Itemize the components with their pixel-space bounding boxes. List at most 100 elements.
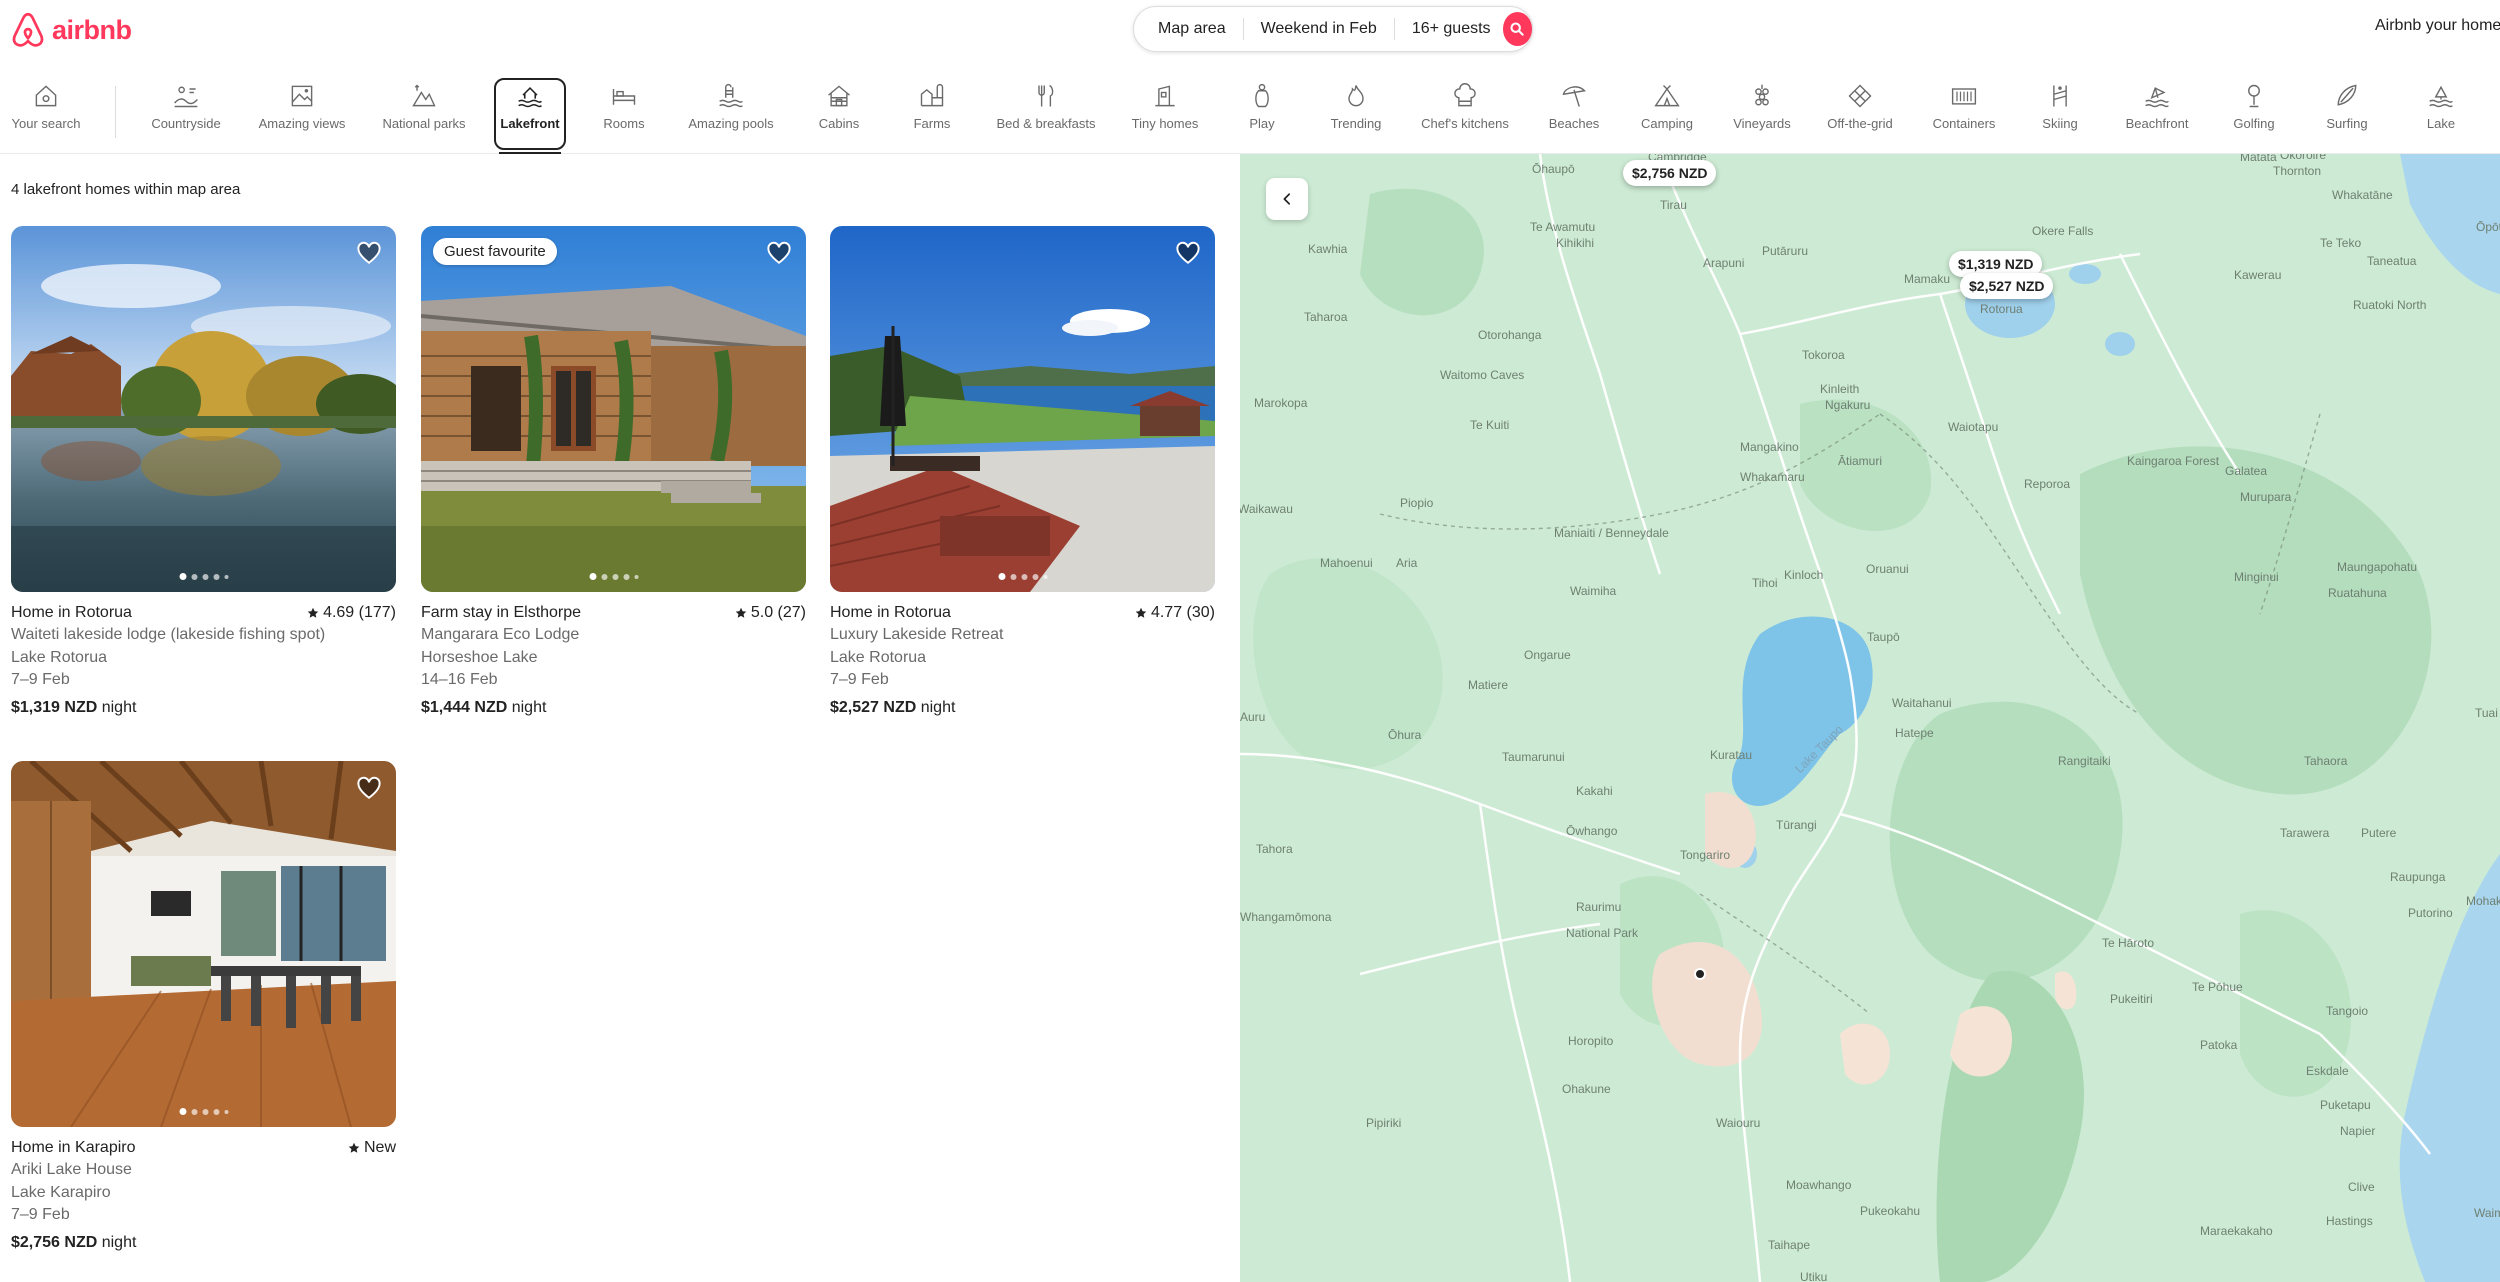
search-button[interactable]	[1502, 12, 1532, 46]
map-place-label: Mohaka	[2466, 894, 2500, 908]
listing-photo-eco-lodge	[421, 226, 806, 592]
map-place-label: Whakamaru	[1740, 470, 1805, 484]
listing-photo[interactable]	[11, 761, 396, 1127]
map-place-label: Thornton	[2273, 164, 2322, 178]
photo-carousel-dots	[179, 1108, 228, 1115]
map-place-label: Kaingaroa Forest	[2127, 454, 2220, 468]
category-your-search[interactable]: Your search	[0, 82, 106, 131]
collapse-map-button[interactable]	[1266, 178, 1308, 220]
heart-icon[interactable]	[356, 240, 382, 266]
category-label: Beaches	[1548, 116, 1600, 131]
listing-price: $2,756 NZD night	[11, 1232, 396, 1254]
photo-carousel-dots	[589, 573, 638, 580]
map-place-label: Putāruru	[1762, 244, 1809, 258]
category-label: Surfing	[2326, 116, 2368, 131]
map-place-label: Ohakune	[1562, 1082, 1611, 1096]
category-farms[interactable]: Farms	[872, 82, 992, 131]
category-amazing-pools[interactable]: Amazing pools	[671, 82, 791, 131]
map-place-label: Whakatāne	[2332, 188, 2393, 202]
map-place-label: Hastings	[2326, 1214, 2373, 1228]
category-amazing-views[interactable]: Amazing views	[242, 82, 362, 131]
map-place-label: Rotorua	[1980, 302, 2023, 316]
map-place-label: Otorohanga	[1478, 328, 1542, 342]
airbnb-your-home-link[interactable]: Airbnb your home	[2375, 17, 2500, 35]
category-label: Amazing views	[258, 116, 346, 131]
category-label: Chef's kitchens	[1421, 116, 1509, 131]
listing-card[interactable]: Guest favourite Farm stay in Elsthorpe 5…	[421, 226, 806, 719]
category-trending[interactable]: Trending	[1296, 82, 1416, 131]
map-place-label: Tarawera	[2280, 826, 2330, 840]
category-countryside[interactable]: Countryside	[126, 82, 246, 131]
map-place-label: Ōpōtiki	[2476, 220, 2500, 234]
category-label: Play	[1249, 116, 1275, 131]
trending-icon	[1348, 85, 1364, 107]
tiny-home-icon	[1155, 85, 1175, 107]
map-place-label: Tihoi	[1752, 576, 1778, 590]
map-place-label: Waitahanui	[1892, 696, 1952, 710]
search-icon	[1510, 22, 1525, 36]
listing-rating: 4.77 (30)	[1135, 602, 1215, 624]
surfing-icon	[2337, 84, 2357, 106]
search-bar[interactable]: Map area Weekend in Feb 16+ guests	[1133, 6, 1533, 52]
listing-card[interactable]: Home in Karapiro New Ariki Lake House La…	[11, 761, 396, 1254]
listing-photo-lake-house-interior	[11, 761, 396, 1127]
listing-card[interactable]: Home in Rotorua 4.77 (30) Luxury Lakesid…	[830, 226, 1215, 719]
heart-icon[interactable]	[1175, 240, 1201, 266]
category-lake[interactable]: Lake	[2381, 82, 2500, 131]
listing-price-amount: $1,444 NZD	[421, 699, 508, 717]
category-label: Tiny homes	[1131, 116, 1199, 131]
map-place-label: Murupara	[2240, 490, 2292, 504]
map-location-pin[interactable]	[1694, 968, 1706, 980]
category-off-the-grid[interactable]: Off-the-grid	[1800, 82, 1920, 131]
listing-price: $1,319 NZD night	[11, 697, 396, 719]
container-icon	[1951, 88, 1977, 105]
search-who[interactable]: 16+ guests	[1395, 18, 1501, 40]
map-place-label: Kuratau	[1710, 748, 1753, 762]
map-view[interactable]: Ōhaupō Cambridge Tirau Okoroire Te Awamu…	[1240, 154, 2500, 1282]
map-place-label: Moawhango	[1786, 1178, 1852, 1192]
map-place-label: Tahaora	[2304, 754, 2348, 768]
listing-rating: 5.0 (27)	[735, 602, 806, 624]
photo-carousel-dots	[179, 573, 228, 580]
rooms-icon	[612, 89, 636, 105]
category-label: Containers	[1932, 116, 1996, 131]
beach-umbrella-icon	[1562, 86, 1586, 107]
map-place-label: Arapuni	[1703, 256, 1745, 270]
search-when[interactable]: Weekend in Feb	[1244, 18, 1395, 40]
heart-icon[interactable]	[356, 775, 382, 801]
play-icon	[1255, 83, 1269, 108]
listing-dates: 7–9 Feb	[11, 1205, 70, 1223]
listing-location: Lake Rotorua	[830, 648, 927, 666]
search-where[interactable]: Map area	[1158, 18, 1244, 40]
listing-photo[interactable]	[11, 226, 396, 592]
map-place-label: Piopio	[1400, 496, 1434, 510]
map-place-label: Horopito	[1568, 1034, 1614, 1048]
listing-card[interactable]: Home in Rotorua 4.69 (177) Waiteti lakes…	[11, 226, 396, 719]
category-chefs-kitchens[interactable]: Chef's kitchens	[1405, 82, 1525, 131]
category-label: Farms	[913, 116, 951, 131]
map-place-label: Kawhia	[1308, 242, 1348, 256]
map-place-label: Waimiha	[1570, 584, 1617, 598]
listing-photo[interactable]: Guest favourite	[421, 226, 806, 592]
map-place-label: Ōhura	[1388, 728, 1422, 742]
heart-icon[interactable]	[766, 240, 792, 266]
category-rooms[interactable]: Rooms	[564, 82, 684, 131]
category-label: Trending	[1330, 116, 1382, 131]
map-price-pin[interactable]: $2,527 NZD	[1960, 273, 2054, 299]
category-label: Lake	[2426, 116, 2456, 131]
cabin-icon	[828, 85, 850, 107]
category-bed-breakfasts[interactable]: Bed & breakfasts	[986, 82, 1106, 131]
category-national-parks[interactable]: National parks	[364, 82, 484, 131]
map-price-pin[interactable]: $2,756 NZD	[1623, 160, 1717, 186]
listing-photo[interactable]	[830, 226, 1215, 592]
map-place-label: Waiotapu	[1948, 420, 1999, 434]
pool-icon	[719, 83, 743, 108]
airbnb-logo[interactable]: airbnb	[10, 12, 132, 48]
map-place-label: Tūrangi	[1776, 818, 1817, 832]
listing-price: $2,527 NZD night	[830, 697, 1215, 719]
listing-price-amount: $2,756 NZD	[11, 1234, 98, 1252]
category-label: National parks	[382, 116, 466, 131]
listing-price-suffix: night	[507, 699, 547, 717]
category-label: Amazing pools	[688, 116, 774, 131]
category-label: Vineyards	[1733, 116, 1791, 131]
